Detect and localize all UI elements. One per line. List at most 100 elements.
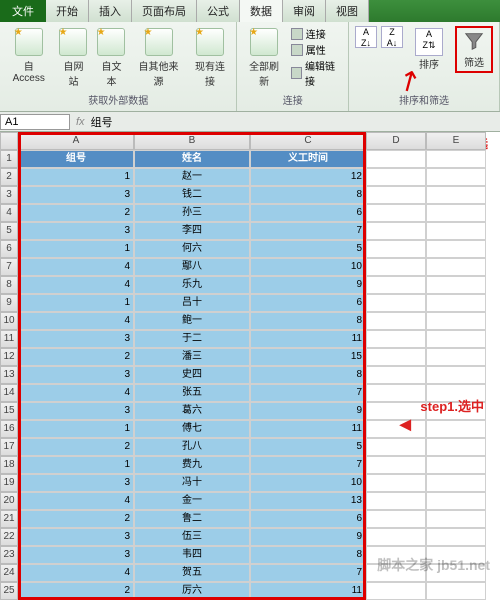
cell[interactable]: 张五 [134, 384, 250, 402]
cell[interactable] [366, 240, 426, 258]
sort-desc-button[interactable]: ZA↓ [381, 26, 403, 48]
cell[interactable] [426, 150, 486, 168]
cell[interactable] [366, 510, 426, 528]
row-header[interactable]: 4 [0, 204, 18, 222]
cell[interactable] [366, 564, 426, 582]
external-data-button[interactable]: 自文本 [95, 26, 127, 90]
cell[interactable]: 3 [18, 528, 134, 546]
cell[interactable]: 10 [250, 474, 366, 492]
cell[interactable]: 2 [18, 348, 134, 366]
cell[interactable]: 3 [18, 186, 134, 204]
cell[interactable]: 贺五 [134, 564, 250, 582]
cell[interactable] [426, 222, 486, 240]
cell[interactable]: 费九 [134, 456, 250, 474]
cell[interactable]: 4 [18, 258, 134, 276]
row-header[interactable]: 18 [0, 456, 18, 474]
cell[interactable]: 8 [250, 546, 366, 564]
cell[interactable]: 8 [250, 186, 366, 204]
cell[interactable] [366, 294, 426, 312]
external-data-button[interactable]: 自其他来源 [133, 26, 183, 90]
cell[interactable]: 孔八 [134, 438, 250, 456]
tab-3[interactable]: 公式 [197, 0, 240, 22]
cell[interactable]: 4 [18, 384, 134, 402]
cell[interactable]: 11 [250, 582, 366, 600]
cell[interactable]: 1 [18, 456, 134, 474]
cell[interactable] [366, 186, 426, 204]
cell[interactable] [426, 510, 486, 528]
cell[interactable]: 7 [250, 564, 366, 582]
row-header[interactable]: 25 [0, 582, 18, 600]
refresh-all-button[interactable]: 全部刷新 [243, 26, 284, 90]
cell[interactable]: 6 [250, 204, 366, 222]
cell[interactable] [426, 186, 486, 204]
sort-button[interactable]: AZ⇅ 排序 [409, 26, 449, 73]
cell[interactable]: 6 [250, 510, 366, 528]
select-all-corner[interactable] [0, 132, 18, 150]
cell[interactable]: 孙三 [134, 204, 250, 222]
cell[interactable] [426, 240, 486, 258]
cell[interactable]: 于二 [134, 330, 250, 348]
tab-4[interactable]: 数据 [240, 0, 283, 22]
tab-0[interactable]: 开始 [46, 0, 89, 22]
filter-button[interactable]: 筛选 [455, 26, 493, 73]
connection-item[interactable]: 属性 [291, 42, 342, 57]
connection-item[interactable]: 编辑链接 [291, 58, 342, 88]
cell[interactable]: 1 [18, 294, 134, 312]
cell[interactable] [366, 330, 426, 348]
cell[interactable] [366, 438, 426, 456]
row-header[interactable]: 13 [0, 366, 18, 384]
column-header[interactable]: C [250, 132, 366, 150]
row-header[interactable]: 5 [0, 222, 18, 240]
row-header[interactable]: 19 [0, 474, 18, 492]
cell[interactable]: 1 [18, 420, 134, 438]
cell[interactable] [426, 312, 486, 330]
cell[interactable]: 4 [18, 564, 134, 582]
cell[interactable] [366, 492, 426, 510]
cell[interactable]: 伍三 [134, 528, 250, 546]
tab-1[interactable]: 插入 [89, 0, 132, 22]
cell[interactable] [426, 294, 486, 312]
row-header[interactable]: 20 [0, 492, 18, 510]
row-header[interactable]: 24 [0, 564, 18, 582]
cell[interactable]: 1 [18, 240, 134, 258]
cell[interactable]: 3 [18, 222, 134, 240]
external-data-button[interactable]: 自网站 [57, 26, 89, 90]
row-header[interactable]: 17 [0, 438, 18, 456]
external-data-button[interactable]: 自 Access [6, 26, 51, 90]
connection-item[interactable]: 连接 [291, 26, 342, 41]
cell[interactable]: 4 [18, 312, 134, 330]
cell[interactable] [366, 582, 426, 600]
cell[interactable]: 赵一 [134, 168, 250, 186]
cell[interactable] [426, 456, 486, 474]
cell[interactable] [426, 204, 486, 222]
cell[interactable]: 史四 [134, 366, 250, 384]
cell[interactable]: 7 [250, 456, 366, 474]
cell[interactable] [426, 420, 486, 438]
column-header[interactable]: A [18, 132, 134, 150]
cell[interactable] [426, 582, 486, 600]
cell[interactable] [426, 564, 486, 582]
cell[interactable]: 5 [250, 438, 366, 456]
cell[interactable] [366, 456, 426, 474]
cell[interactable] [366, 384, 426, 402]
cell[interactable]: 乐九 [134, 276, 250, 294]
cell[interactable] [426, 276, 486, 294]
cell[interactable]: 金一 [134, 492, 250, 510]
cell[interactable]: 韦四 [134, 546, 250, 564]
cell[interactable]: 李四 [134, 222, 250, 240]
cell[interactable]: 鲍一 [134, 312, 250, 330]
cell[interactable]: 8 [250, 366, 366, 384]
cell[interactable]: 11 [250, 330, 366, 348]
cell[interactable]: 3 [18, 546, 134, 564]
tab-file[interactable]: 文件 [0, 0, 46, 22]
cell[interactable]: 15 [250, 348, 366, 366]
tab-2[interactable]: 页面布局 [132, 0, 197, 22]
row-header[interactable]: 3 [0, 186, 18, 204]
cell[interactable] [366, 528, 426, 546]
cell[interactable] [366, 312, 426, 330]
cell[interactable]: 6 [250, 294, 366, 312]
row-header[interactable]: 21 [0, 510, 18, 528]
row-header[interactable]: 22 [0, 528, 18, 546]
row-header[interactable]: 15 [0, 402, 18, 420]
row-header[interactable]: 8 [0, 276, 18, 294]
